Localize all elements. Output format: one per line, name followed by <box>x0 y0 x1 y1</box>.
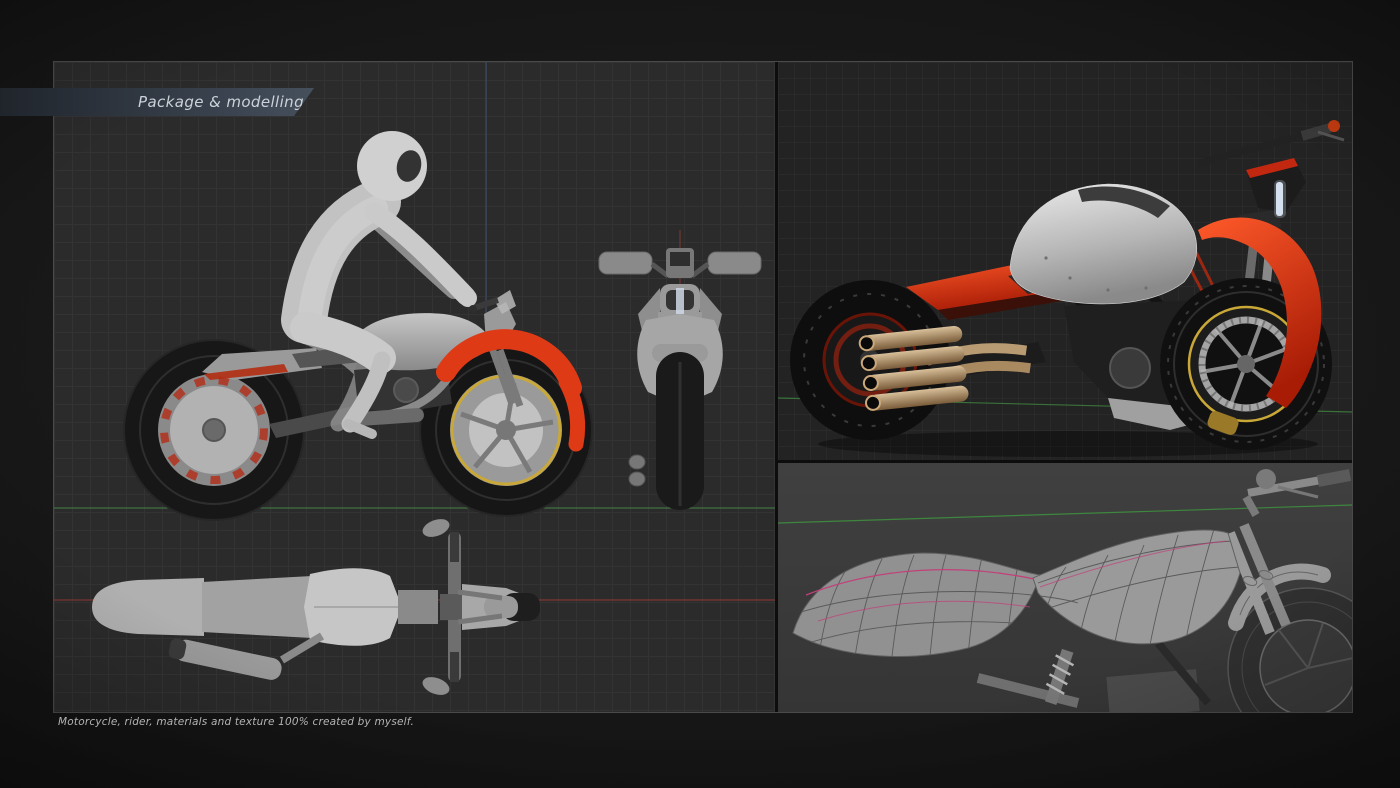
panel-ortho-views <box>54 62 775 712</box>
mirror-top-left <box>420 516 452 541</box>
section-ribbon: Package & modelling <box>0 88 314 116</box>
panel-wireframe <box>778 463 1352 712</box>
top-view-motorcycle <box>92 516 540 699</box>
rider-near-arm <box>374 212 466 296</box>
wireframe-model <box>793 469 1352 712</box>
ground-guide-green <box>778 505 1352 523</box>
wireframe-svg <box>778 463 1352 712</box>
seat-top <box>202 576 312 638</box>
mirror-top-right <box>420 674 452 699</box>
beauty-render-motorcycle <box>790 120 1344 450</box>
beauty-render-svg <box>778 62 1352 460</box>
handlebar <box>1198 120 1344 164</box>
viewport-grid <box>54 62 1352 712</box>
rider-foot <box>348 424 372 434</box>
left-mirror <box>599 252 652 274</box>
side-view-motorcycle <box>124 131 592 520</box>
section-ribbon-label: Package & modelling <box>0 93 304 111</box>
mirror <box>1256 469 1276 489</box>
cockpit-top <box>398 590 438 624</box>
footer-caption: Motorcycle, rider, materials and texture… <box>58 716 414 728</box>
headlight-mask <box>1246 158 1306 218</box>
ortho-views-svg <box>54 62 775 712</box>
right-mirror <box>708 252 761 274</box>
presentation-board: Package & modelling Motorcycle, rider, m… <box>0 0 1400 788</box>
tail-top <box>92 578 204 636</box>
front-view-motorcycle <box>599 248 761 510</box>
panel-beauty-render <box>778 62 1352 460</box>
fuel-tank <box>1010 184 1197 304</box>
exhaust-top <box>167 637 283 682</box>
